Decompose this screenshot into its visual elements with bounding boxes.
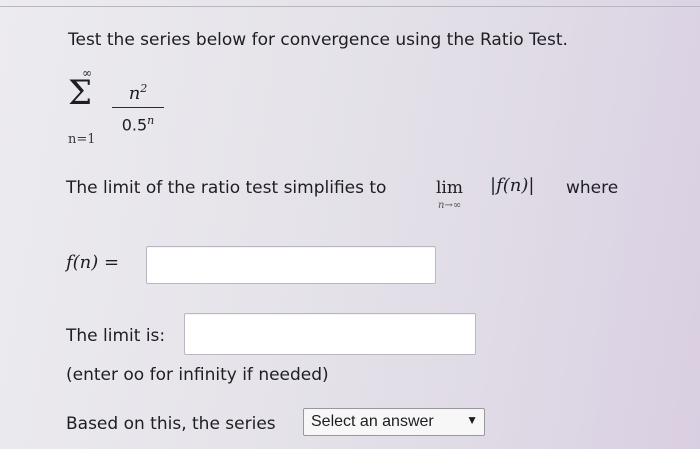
term-numerator: n2 — [128, 82, 148, 104]
limit-input[interactable] — [184, 313, 476, 355]
select-value: Select an answer — [311, 413, 434, 430]
lim-subscript: n→∞ — [438, 200, 462, 211]
series-term: n2 0.5n — [112, 78, 164, 135]
limit-label: The limit is: — [66, 326, 166, 346]
sum-lower-limit: n=1 — [68, 132, 96, 147]
infinity-hint: (enter oo for infinity if needed) — [66, 365, 329, 385]
fraction-bar — [112, 107, 164, 108]
fn-label: f(n) = — [66, 252, 120, 273]
fn-input[interactable] — [146, 246, 436, 284]
top-divider — [0, 6, 700, 7]
answer-select[interactable]: Select an answer ▼ — [303, 408, 485, 436]
abs-fn-expression: |f(n)| — [490, 175, 535, 196]
chevron-down-icon: ▼ — [466, 413, 478, 427]
where-text: where — [566, 178, 619, 198]
based-on-text: Based on this, the series — [66, 414, 276, 434]
sigma-symbol: Σ — [68, 73, 93, 113]
question-prompt: Test the series below for convergence us… — [68, 30, 568, 50]
term-denominator: 0.5n — [121, 114, 155, 135]
lim-operator: lim — [436, 178, 463, 198]
limit-statement: The limit of the ratio test simplifies t… — [66, 178, 387, 198]
